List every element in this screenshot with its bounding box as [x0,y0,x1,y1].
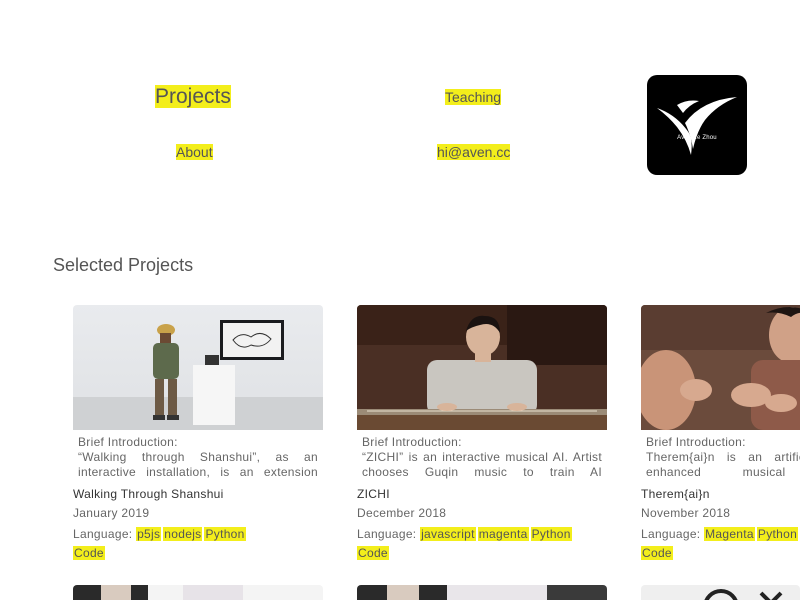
project-title[interactable]: Therem{ai}n [641,487,800,501]
project-image[interactable] [641,305,800,430]
intro-text: “ZICHI” is an interactive musical AI. Ar… [362,450,602,479]
project-date: December 2018 [357,506,447,520]
project-photo-walking-shanshui [73,305,323,430]
project-intro: Brief Introduction: “Walking through Sha… [73,435,323,480]
language-tag[interactable]: p5js [136,527,162,541]
language-label: Language: [357,527,417,541]
project-photo-zichi [357,305,607,430]
language-label: Language: [73,527,133,541]
nav-projects-link[interactable]: Projects [155,84,231,110]
project-photo-therem-ai-n [641,305,800,430]
project-date: January 2019 [73,506,150,520]
project-card-preview[interactable] [357,585,607,600]
code-link[interactable]: Code [73,546,105,560]
project-title[interactable]: ZICHI [357,487,607,501]
project-image-preview [73,585,323,600]
project-card-preview[interactable] [73,585,323,600]
language-tag[interactable]: javascript [420,527,476,541]
project-languages: Language: javascript magenta Python Code [357,525,607,563]
project-card-preview[interactable] [641,585,800,600]
nav-about-label: About [176,144,213,160]
nav-projects-label: Projects [155,85,231,108]
nav-email-label: hi@aven.cc [437,144,511,160]
section-title: Selected Projects [53,255,194,275]
project-image-preview [641,585,800,600]
project-card[interactable]: Brief Introduction: “ZICHI” is an intera… [357,305,607,563]
project-card[interactable]: Brief Introduction: Therem{ai}n is an ar… [641,305,800,563]
project-date: November 2018 [641,506,731,520]
language-tag[interactable]: nodejs [163,527,203,541]
project-image[interactable] [73,305,323,430]
project-title[interactable]: Walking Through Shanshui [73,487,323,501]
intro-label: Brief Introduction: [362,435,462,449]
intro-label: Brief Introduction: [646,435,746,449]
intro-text: Therem{ai}n is an artificial-intelligenc… [646,450,800,479]
code-link[interactable]: Code [641,546,673,560]
language-label: Language: [641,527,701,541]
language-tag[interactable]: Python [530,527,572,541]
project-languages: Language: Magenta Python Code [641,525,800,563]
project-languages: Language: p5js nodejs Python Code [73,525,323,563]
language-tag[interactable]: Python [204,527,246,541]
project-card[interactable]: Brief Introduction: “Walking through Sha… [73,305,323,563]
nav-email-link[interactable]: hi@aven.cc [437,143,511,161]
language-tag[interactable]: magenta [477,527,529,541]
project-image-preview [357,585,607,600]
project-intro: Brief Introduction: “ZICHI” is an intera… [357,435,607,480]
project-intro: Brief Introduction: Therem{ai}n is an ar… [641,435,800,480]
nav-teaching-label: Teaching [445,89,502,105]
site-logo[interactable]: Aven Le Zhou [647,75,747,175]
intro-label: Brief Introduction: [78,435,178,449]
project-card-inner: Brief Introduction: Therem{ai}n is an ar… [641,305,800,563]
logo-text: Aven Le Zhou [677,135,717,141]
nav-teaching-link[interactable]: Teaching [445,88,502,106]
intro-text: “Walking through Shanshui”, as an intera… [78,450,318,479]
aven-logo-icon [657,97,737,155]
code-link[interactable]: Code [357,546,389,560]
language-tag[interactable]: Magenta [704,527,755,541]
project-image[interactable] [357,305,607,430]
page: Projects Teaching About hi@aven.cc Aven … [0,0,800,600]
language-tag[interactable]: Python [756,527,799,541]
nav-about-link[interactable]: About [176,143,213,161]
